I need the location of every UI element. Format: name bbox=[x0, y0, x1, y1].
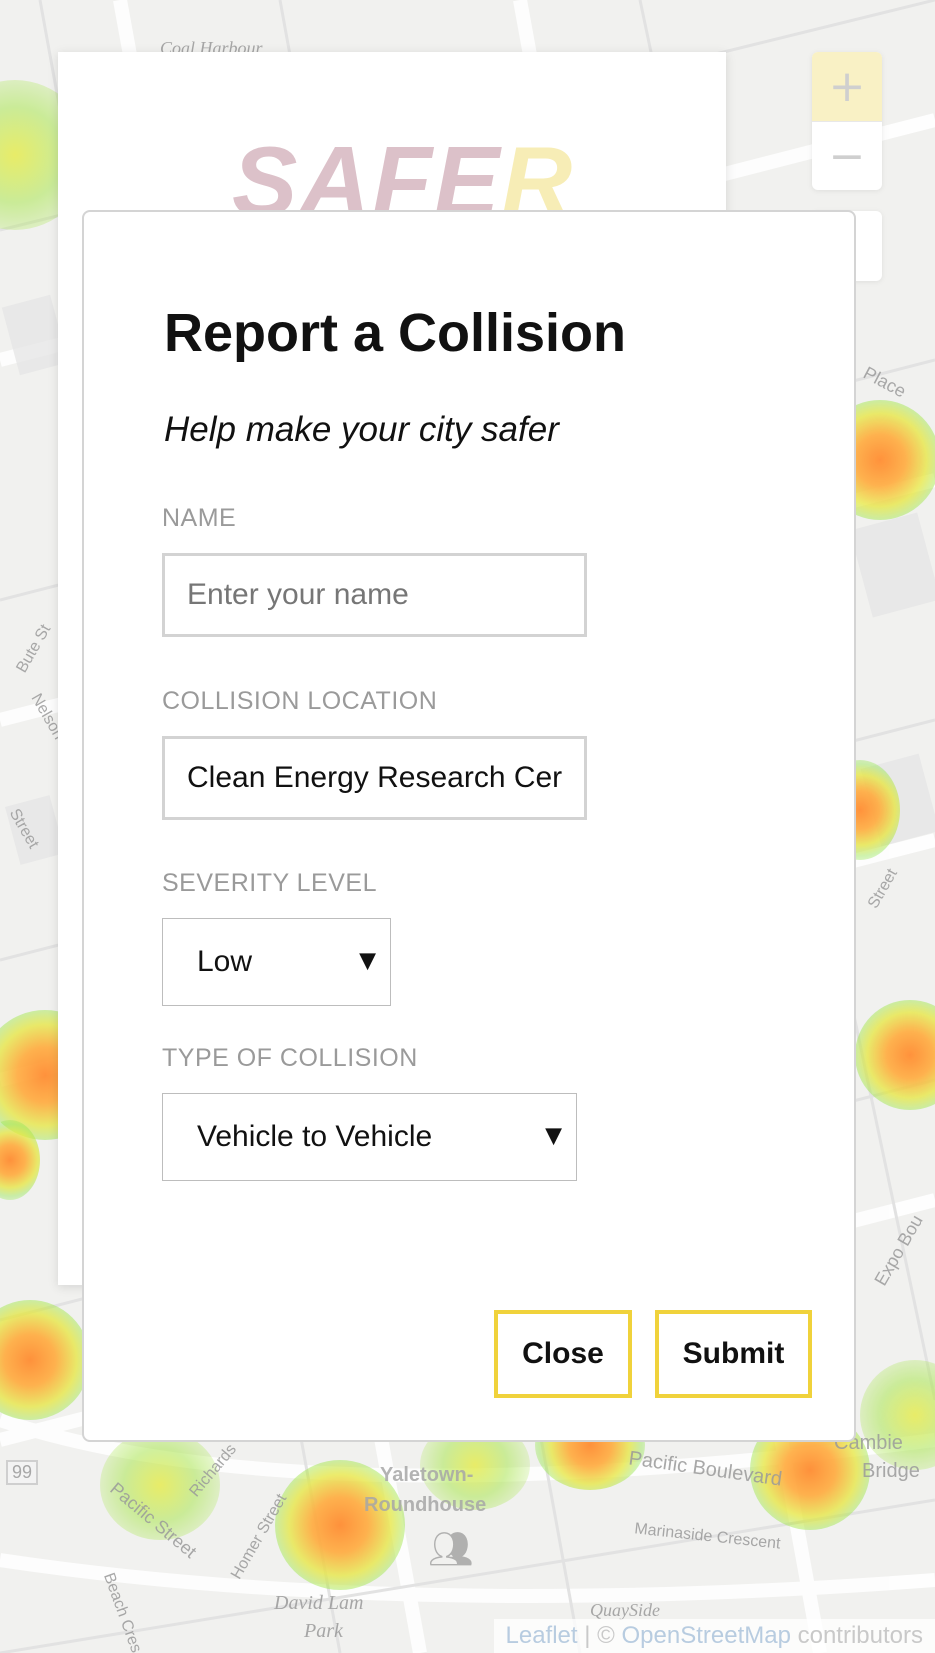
submit-button[interactable]: Submit bbox=[655, 1310, 812, 1398]
attribution-contributors: contributors bbox=[790, 1622, 923, 1649]
people-icon: 👥︎ bbox=[428, 1528, 474, 1569]
map-label: David Lam bbox=[274, 1592, 364, 1614]
close-button[interactable]: Close bbox=[494, 1310, 632, 1398]
dropdown-arrow-icon: ▼ bbox=[359, 948, 376, 974]
collision-type-selected-value: Vehicle to Vehicle bbox=[197, 1120, 433, 1153]
zoom-in-button[interactable]: + bbox=[812, 52, 882, 122]
map-label-station: Roundhouse bbox=[364, 1494, 487, 1516]
severity-level-select[interactable]: Low ▼ bbox=[162, 918, 391, 1006]
map-attribution: Leaflet | © OpenStreetMap contributors bbox=[493, 1619, 935, 1653]
severity-level-label: SEVERITY LEVEL bbox=[162, 869, 377, 897]
attribution-separator: | © bbox=[577, 1622, 622, 1649]
map-label: Bridge bbox=[862, 1460, 920, 1482]
map-label: Park bbox=[304, 1620, 343, 1642]
name-input[interactable] bbox=[162, 553, 587, 637]
route-shield-99: 99 bbox=[6, 1460, 39, 1485]
modal-title: Report a Collision bbox=[164, 303, 627, 363]
map-label-station: Yaletown- bbox=[380, 1464, 474, 1486]
name-label: NAME bbox=[162, 504, 237, 532]
collision-location-label: COLLISION LOCATION bbox=[162, 687, 438, 715]
collision-location-input[interactable] bbox=[162, 736, 587, 820]
osm-link[interactable]: OpenStreetMap bbox=[622, 1622, 791, 1649]
dropdown-arrow-icon: ▼ bbox=[545, 1123, 562, 1149]
leaflet-link[interactable]: Leaflet bbox=[506, 1622, 578, 1649]
report-collision-modal: Report a Collision Help make your city s… bbox=[82, 210, 856, 1442]
zoom-control: + − bbox=[812, 52, 882, 190]
severity-selected-value: Low bbox=[197, 945, 253, 978]
collision-type-label: TYPE OF COLLISION bbox=[162, 1044, 418, 1072]
zoom-out-button[interactable]: − bbox=[812, 122, 882, 190]
modal-subtitle: Help make your city safer bbox=[164, 410, 559, 449]
map-label: QuaySide bbox=[590, 1600, 660, 1620]
collision-type-select[interactable]: Vehicle to Vehicle ▼ bbox=[162, 1093, 577, 1181]
